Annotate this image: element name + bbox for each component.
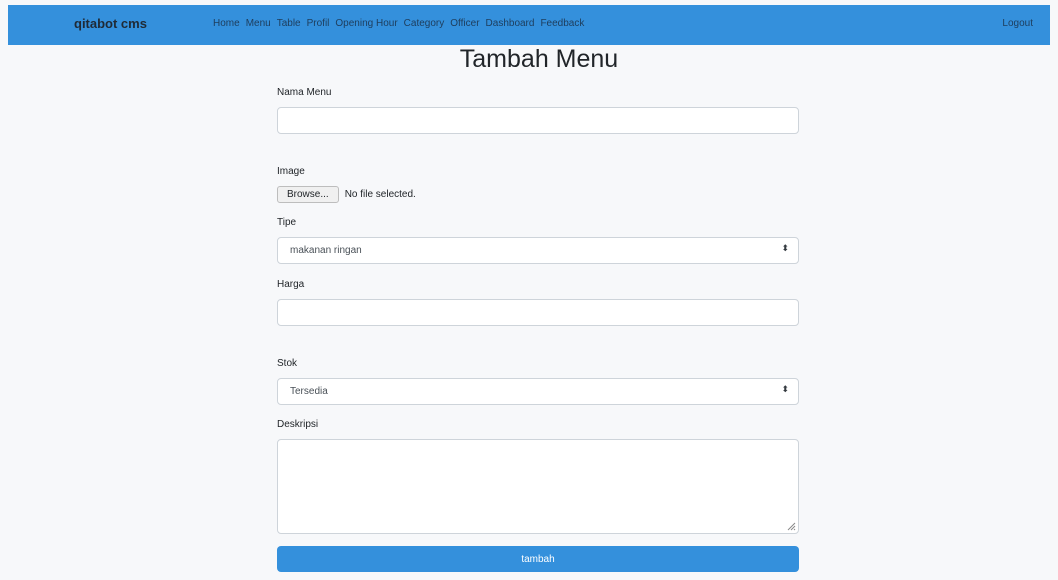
nama-menu-input[interactable] (277, 107, 799, 134)
nav-link-category[interactable]: Category (404, 18, 445, 29)
nav-link-officer[interactable]: Officer (450, 18, 479, 29)
stok-select[interactable]: Tersedia ⬍ (277, 378, 799, 405)
file-status-text: No file selected. (344, 189, 416, 200)
brand-logo[interactable]: qitabot cms (74, 16, 147, 31)
tipe-select[interactable]: makanan ringan ⬍ (277, 237, 799, 264)
nav-link-feedback[interactable]: Feedback (540, 18, 584, 29)
tambah-submit-button[interactable]: tambah (277, 546, 799, 572)
nav-link-dashboard[interactable]: Dashboard (486, 18, 535, 29)
nav-links: Home Menu Table Profil Opening Hour Cate… (213, 18, 590, 29)
harga-label: Harga (277, 279, 305, 290)
page-title: Tambah Menu (459, 45, 619, 73)
harga-input[interactable] (277, 299, 799, 326)
image-file-input: Browse... No file selected. (277, 186, 416, 203)
nav-link-profil[interactable]: Profil (307, 18, 330, 29)
tipe-selected-value: makanan ringan (290, 245, 362, 256)
logout-link[interactable]: Logout (1002, 18, 1033, 29)
nav-link-home[interactable]: Home (213, 18, 240, 29)
stok-selected-value: Tersedia (290, 386, 328, 397)
page: qitabot cms Home Menu Table Profil Openi… (0, 0, 1058, 580)
top-navbar: qitabot cms Home Menu Table Profil Openi… (8, 5, 1050, 45)
select-arrows-icon: ⬍ (781, 384, 789, 394)
nav-link-table[interactable]: Table (277, 18, 301, 29)
deskripsi-textarea[interactable] (277, 439, 799, 534)
resize-grip-icon[interactable] (787, 522, 796, 531)
nav-link-opening-hour[interactable]: Opening Hour (335, 18, 397, 29)
tipe-label: Tipe (277, 217, 297, 228)
select-arrows-icon: ⬍ (781, 243, 789, 253)
browse-button[interactable]: Browse... (277, 186, 339, 203)
nama-menu-label: Nama Menu (277, 87, 332, 98)
nav-link-menu[interactable]: Menu (246, 18, 271, 29)
deskripsi-label: Deskripsi (277, 419, 319, 430)
image-label: Image (277, 166, 305, 177)
stok-label: Stok (277, 358, 298, 369)
